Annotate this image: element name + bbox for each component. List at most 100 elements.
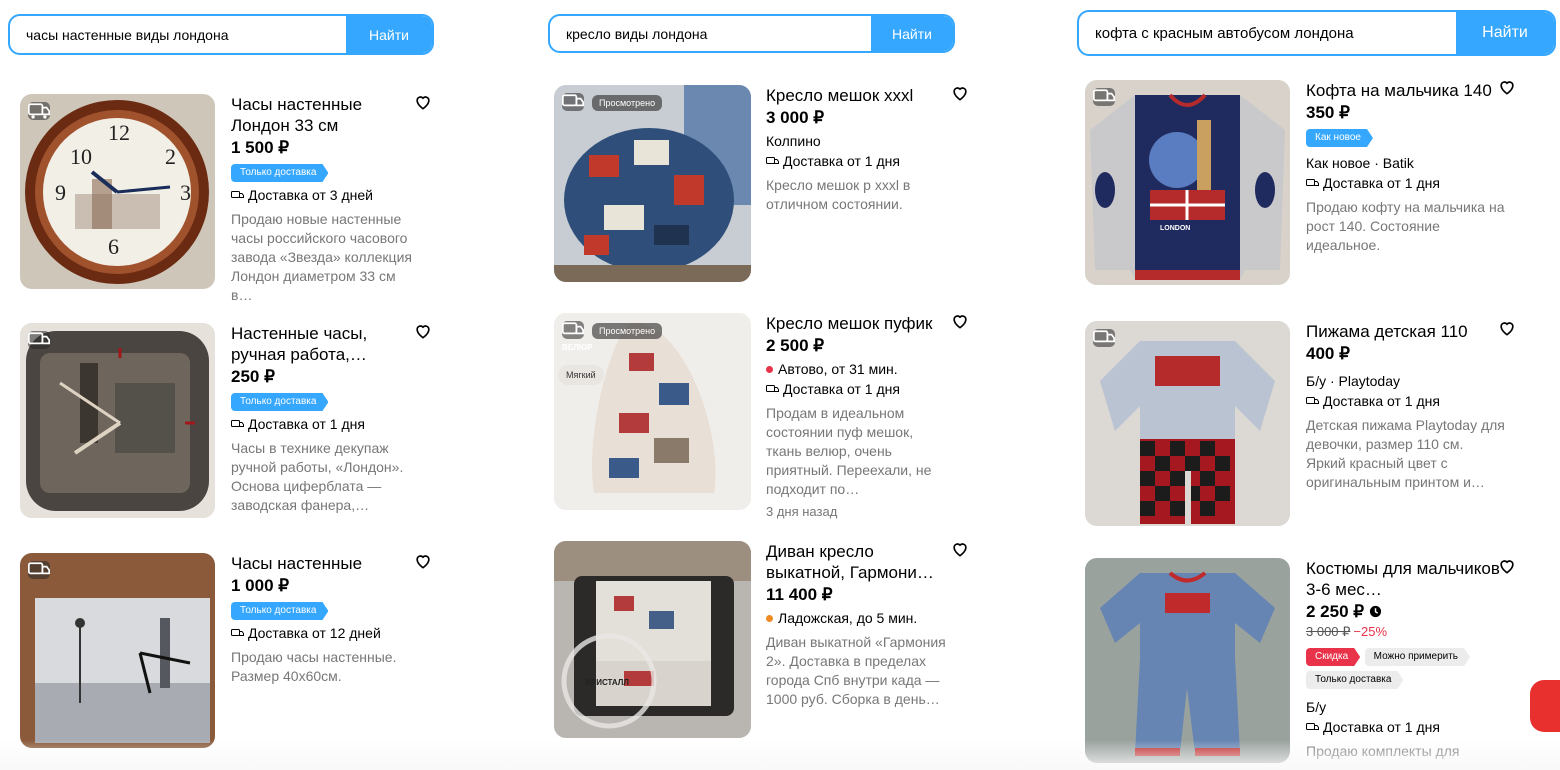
floating-action-button[interactable] bbox=[1530, 680, 1560, 732]
velour-label: ВЕЛЮР bbox=[562, 343, 593, 352]
listing-description: Продаю новые настенные часы российского … bbox=[231, 211, 412, 303]
search-button[interactable]: Найти bbox=[1456, 12, 1554, 54]
listing-title[interactable]: Кофта на мальчика 140 bbox=[1306, 80, 1506, 101]
truck-icon bbox=[1306, 178, 1319, 186]
delivery-text: Доставка от 12 дней bbox=[248, 625, 381, 641]
listing-photo[interactable] bbox=[20, 553, 215, 748]
favorite-button[interactable] bbox=[1497, 77, 1517, 97]
favorite-button[interactable] bbox=[1497, 556, 1517, 576]
search-button[interactable]: Найти bbox=[871, 16, 953, 51]
favorite-button[interactable] bbox=[950, 83, 970, 103]
listing-info: Кофта на мальчика 140 350 ₽ Как новое Ка… bbox=[1306, 80, 1506, 255]
only-delivery-tag: Только доставка bbox=[231, 393, 328, 411]
listing-description: Продаю часы настенные. Размер 40x60см. bbox=[231, 649, 397, 684]
only-delivery-tag: Только доставка bbox=[231, 164, 328, 182]
delivery-info: Доставка от 1 дня bbox=[1306, 391, 1506, 411]
listing-info: Настенные часы, ручная работа,… 250 ₽ То… bbox=[231, 323, 416, 515]
listing-price: 250 ₽ bbox=[231, 367, 275, 386]
listing-info: Костюмы для мальчиков 3-6 мес… 2 250 ₽ 3… bbox=[1306, 558, 1506, 761]
listing-card[interactable]: Костюмы для мальчиков 3-6 мес… 2 250 ₽ 3… bbox=[1077, 558, 1556, 770]
listing-photo[interactable] bbox=[20, 323, 215, 518]
delivery-info: Доставка от 1 дня bbox=[766, 379, 951, 399]
listing-title[interactable]: Кресло мешок xxxl bbox=[766, 85, 946, 106]
results-column-1: часы настенные виды лондона Найти 12 2 3 1… bbox=[8, 0, 434, 748]
listing-price: 3 000 ₽ bbox=[766, 108, 825, 127]
search-button[interactable]: Найти bbox=[346, 16, 432, 53]
truck-icon bbox=[28, 562, 50, 575]
listing-card[interactable]: 12 2 3 10 9 6 Часы настенные Лондон 33 см 1 … bbox=[8, 92, 434, 303]
listing-card[interactable]: Пижама детская 110 400 ₽ Б/у · Playtoday… bbox=[1077, 321, 1556, 531]
listing-title[interactable]: Кресло мешок пуфик bbox=[766, 313, 951, 334]
search-input[interactable]: кресло виды лондона bbox=[550, 16, 871, 51]
listing-title[interactable]: Костюмы для мальчиков 3-6 мес… bbox=[1306, 558, 1506, 600]
delivery-text: Доставка от 1 дня bbox=[248, 416, 365, 432]
listing-card[interactable]: Настенные часы, ручная работа,… 250 ₽ То… bbox=[8, 323, 434, 523]
listing-card[interactable]: КРИСТАЛЛ Диван кресло выкатной, Гармони…… bbox=[548, 541, 967, 741]
delivery-badge bbox=[562, 93, 584, 111]
listing-photo[interactable] bbox=[1085, 558, 1290, 763]
delivery-text: Доставка от 1 дня bbox=[783, 381, 900, 397]
like-new-tag: Как новое bbox=[1306, 129, 1373, 147]
viewed-badge: Просмотрено bbox=[592, 95, 663, 111]
listing-title[interactable]: Пижама детская 110 bbox=[1306, 321, 1506, 342]
listing-condition: Б/у · Playtoday bbox=[1306, 373, 1401, 389]
listing-price: 350 ₽ bbox=[1306, 103, 1350, 122]
listing-price: 2 250 ₽ bbox=[1306, 601, 1506, 623]
favorite-button[interactable] bbox=[950, 539, 970, 559]
listing-card[interactable]: Просмотрено ВЕЛЮР Мягкий Кресло мешок пу… bbox=[548, 313, 967, 533]
listing-price: 1 500 ₽ bbox=[231, 138, 290, 157]
london-clock-photo bbox=[20, 553, 215, 748]
only-delivery-tag: Только доставка bbox=[1306, 671, 1403, 689]
decoupage-clock-photo bbox=[20, 323, 215, 518]
truck-icon bbox=[1093, 330, 1115, 343]
listing-location: Ладожская, до 5 мин. bbox=[766, 608, 946, 628]
listing-card[interactable]: Часы настенные 1 000 ₽ Только доставка Д… bbox=[8, 553, 434, 753]
listing-condition: Б/у bbox=[1306, 699, 1327, 715]
listing-info: Часы настенные Лондон 33 см 1 500 ₽ Толь… bbox=[231, 94, 416, 305]
listing-photo[interactable] bbox=[1085, 321, 1290, 526]
delivery-info: Доставка от 12 дней bbox=[231, 623, 416, 643]
listing-photo[interactable]: LONDON bbox=[1085, 80, 1290, 285]
listing-info: Часы настенные 1 000 ₽ Только доставка Д… bbox=[231, 553, 416, 686]
search-input[interactable]: часы настенные виды лондона bbox=[10, 16, 346, 53]
svg-text:2: 2 bbox=[165, 144, 176, 169]
listing-description: Продаю комплекты для bbox=[1306, 743, 1460, 759]
svg-text:3: 3 bbox=[180, 180, 191, 205]
only-delivery-tag: Только доставка bbox=[231, 602, 328, 620]
search-bar: кофта с красным автобусом лондона Найти bbox=[1077, 10, 1556, 56]
favorite-button[interactable] bbox=[413, 551, 433, 571]
search-input[interactable]: кофта с красным автобусом лондона bbox=[1079, 12, 1456, 54]
baby-suit-photo bbox=[1085, 558, 1290, 763]
truck-icon bbox=[766, 156, 779, 164]
results-column-2: кресло виды лондона Найти Просмотрено Кр… bbox=[548, 0, 967, 738]
svg-text:10: 10 bbox=[70, 144, 92, 169]
favorite-button[interactable] bbox=[1497, 318, 1517, 338]
favorite-button[interactable] bbox=[950, 311, 970, 331]
delivery-info: Доставка от 1 дня bbox=[1306, 173, 1506, 193]
soft-label: Мягкий bbox=[558, 365, 604, 385]
listing-location: Автово, от 31 мин. bbox=[766, 359, 951, 379]
clock-photo: 12 23 109 6 bbox=[20, 94, 215, 289]
listing-card[interactable]: LONDON Кофта на мальчика 140 350 ₽ Как н… bbox=[1077, 80, 1556, 290]
listing-photo[interactable]: КРИСТАЛЛ bbox=[554, 541, 751, 738]
sweater-print-text: LONDON bbox=[1160, 225, 1191, 232]
listing-title[interactable]: Настенные часы, ручная работа,… bbox=[231, 323, 416, 365]
listing-condition: Как новое · Batik bbox=[1306, 155, 1414, 171]
listing-photo[interactable]: 12 2 3 10 9 6 bbox=[20, 94, 215, 289]
metro-dot bbox=[766, 615, 773, 622]
favorite-button[interactable] bbox=[413, 321, 433, 341]
kristall-label: КРИСТАЛЛ bbox=[586, 678, 630, 687]
listing-card[interactable]: Просмотрено Кресло мешок xxxl 3 000 ₽ Ко… bbox=[548, 85, 967, 285]
listing-photo[interactable]: Просмотрено bbox=[554, 85, 751, 282]
listing-title[interactable]: Диван кресло выкатной, Гармони… bbox=[766, 541, 946, 583]
heart-outline-icon bbox=[953, 315, 967, 329]
listing-title[interactable]: Часы настенные Лондон 33 см bbox=[231, 94, 416, 136]
listing-photo[interactable]: Просмотрено ВЕЛЮР Мягкий bbox=[554, 313, 751, 510]
listing-price: 11 400 ₽ bbox=[766, 585, 833, 604]
truck-icon bbox=[562, 322, 584, 335]
favorite-button[interactable] bbox=[413, 92, 433, 112]
old-price: 3 000 ₽ bbox=[1306, 624, 1351, 639]
location-text: Автово, от 31 мин. bbox=[778, 361, 898, 377]
listing-location: Колпино bbox=[766, 133, 821, 149]
listing-title[interactable]: Часы настенные bbox=[231, 553, 416, 574]
